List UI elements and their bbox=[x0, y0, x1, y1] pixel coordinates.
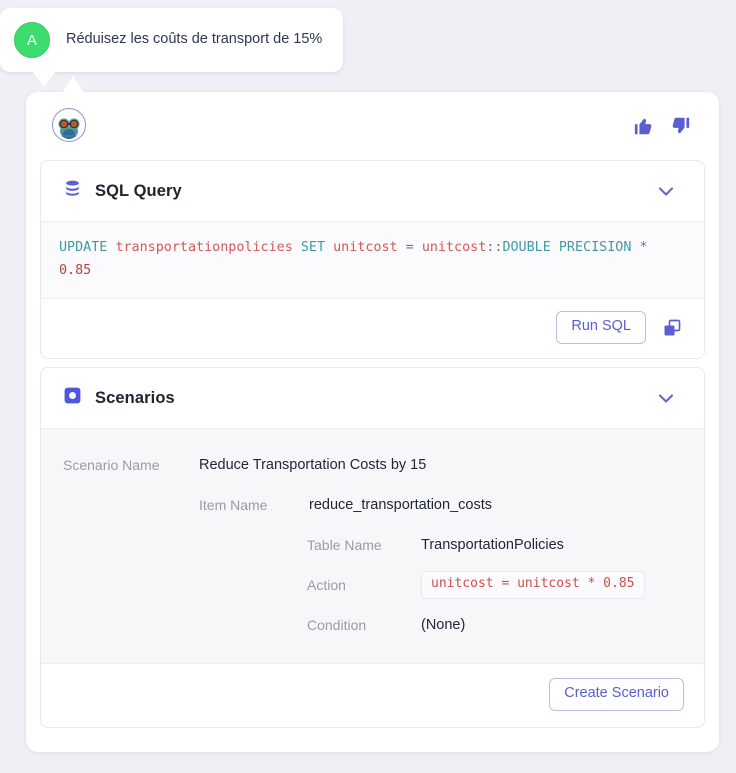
scenario-row: Scenario Name Reduce Transportation Costs… bbox=[41, 445, 704, 485]
sql-query-panel: SQL Query UPDATE transportationpolicies … bbox=[40, 160, 705, 360]
sql-token: 0.85 bbox=[59, 263, 92, 279]
scenario-icon bbox=[63, 386, 82, 410]
thumbs-up-icon[interactable] bbox=[631, 113, 657, 139]
run-sql-button[interactable]: Run SQL bbox=[556, 311, 646, 345]
scenario-row: Table Name TransportationPolicies bbox=[41, 525, 704, 565]
scenario-row-label: Table Name bbox=[307, 537, 382, 554]
sql-token: SET bbox=[300, 240, 326, 255]
scenario-row-label: Condition bbox=[307, 617, 367, 634]
assistant-message-card: SQL Query UPDATE transportationpolicies … bbox=[26, 92, 719, 752]
scenario-row-label: Action bbox=[307, 577, 346, 594]
sql-token: unitcost bbox=[333, 240, 398, 255]
user-avatar: A bbox=[14, 22, 50, 58]
sql-token: DOUBLE PRECISION bbox=[502, 240, 632, 255]
sql-token: = bbox=[397, 240, 422, 255]
sql-token: unitcost bbox=[421, 240, 487, 255]
thumbs-down-icon[interactable] bbox=[667, 113, 693, 139]
scenario-row: Action unitcost = unitcost * 0.85 bbox=[41, 565, 704, 605]
scenarios-panel-actions: Create Scenario bbox=[41, 663, 704, 727]
database-icon bbox=[63, 179, 82, 203]
sql-panel-title: SQL Query bbox=[95, 181, 182, 200]
scenario-row-label: Item Name bbox=[199, 497, 268, 514]
user-avatar-initial: A bbox=[26, 31, 38, 49]
sql-token: :: bbox=[486, 240, 503, 255]
scenarios-panel-title: Scenarios bbox=[95, 388, 175, 407]
user-message-bubble: A Réduisez les coûts de transport de 15% bbox=[0, 8, 343, 72]
scenario-row-value: Reduce Transportation Costs by 15 bbox=[199, 457, 427, 474]
scenario-details: Scenario Name Reduce Transportation Costs… bbox=[41, 428, 704, 664]
user-message-text: Réduisez les coûts de transport de 15% bbox=[66, 31, 323, 48]
scenarios-panel: Scenarios Scenario Name Reduce Transporta… bbox=[40, 367, 705, 728]
sql-panel-actions: Run SQL bbox=[41, 299, 704, 359]
sql-code-block: UPDATE transportationpolicies SET unitco… bbox=[41, 221, 704, 300]
sql-token: UPDATE bbox=[59, 240, 108, 255]
sql-token: transportationpolicies bbox=[115, 240, 293, 255]
user-bubble-tail bbox=[32, 71, 56, 87]
scenario-row-value: unitcost = unitcost * 0.85 bbox=[421, 571, 645, 599]
sql-token: * bbox=[631, 240, 656, 255]
bot-avatar bbox=[52, 108, 86, 142]
sql-panel-header[interactable]: SQL Query bbox=[41, 161, 704, 221]
reaction-buttons bbox=[631, 108, 701, 139]
assistant-header bbox=[38, 106, 707, 152]
scenario-row-label: Scenario Name bbox=[63, 457, 160, 474]
assistant-bubble-tail bbox=[62, 76, 84, 93]
scenario-row: Item Name reduce_transportation_costs bbox=[41, 485, 704, 525]
scenario-row-value: (None) bbox=[421, 617, 466, 634]
chat-page: A Réduisez les coûts de transport de 15% bbox=[0, 0, 736, 773]
scenario-row-value: reduce_transportation_costs bbox=[309, 497, 492, 514]
create-scenario-button[interactable]: Create Scenario bbox=[549, 678, 684, 711]
scenarios-panel-header[interactable]: Scenarios bbox=[41, 368, 704, 429]
copy-icon[interactable] bbox=[660, 316, 684, 340]
scenario-row: Condition (None) bbox=[41, 605, 704, 645]
chevron-down-icon[interactable] bbox=[650, 175, 682, 207]
scenario-row-value: TransportationPolicies bbox=[421, 537, 564, 554]
chevron-down-icon[interactable] bbox=[650, 382, 682, 414]
